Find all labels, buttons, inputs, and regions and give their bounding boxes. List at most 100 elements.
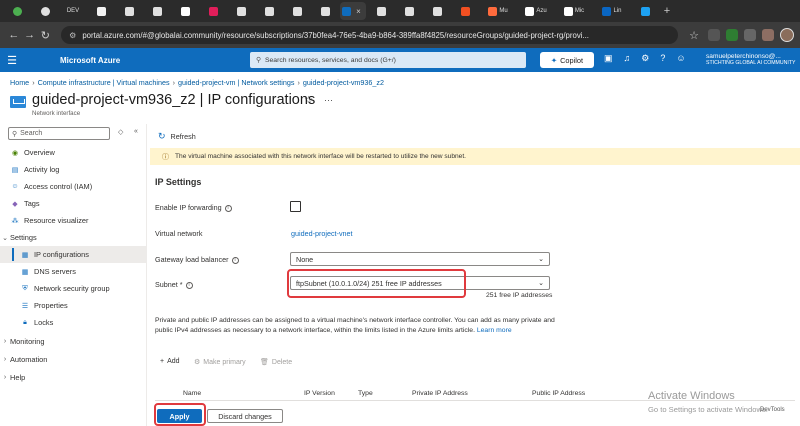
extension-icon[interactable] [744,29,757,41]
nav-item-locks[interactable]: 🔒︎ Locks [0,314,146,331]
bookmark-star-icon[interactable]: ☆ [686,29,702,42]
back-icon[interactable]: ← [6,29,22,41]
browser-tab[interactable] [632,2,658,20]
info-icon[interactable]: i [224,204,232,212]
more-options-icon[interactable]: ··· [324,95,333,105]
profile-avatar[interactable] [780,28,795,42]
breadcrumb-virtual-machines[interactable]: Compute infrastructure | Virtual machine… [38,78,170,87]
breadcrumb: Home › Compute infrastructure | Virtual ma… [10,78,384,87]
browser-tab[interactable] [32,2,58,20]
global-search-input[interactable]: ⚲ Search resources, services, and docs (… [250,52,526,68]
breadcrumb-nic[interactable]: guided-project-vm936_z2 [303,78,384,87]
nav-item-resource-visualizer[interactable]: ⁂ Resource visualizer [0,212,146,229]
browser-tab[interactable] [312,2,338,20]
column-header-private-ip[interactable]: Private IP Address [412,390,468,397]
help-icon[interactable]: ? [660,53,665,64]
close-tab-icon[interactable]: × [353,7,365,16]
menu-search-input[interactable]: ⚲ Search [8,127,110,140]
nav-group-automation[interactable]: › Automation [0,351,146,368]
breadcrumb-home[interactable]: Home [10,78,29,87]
breadcrumb-network-settings[interactable]: guided-project-vm | Network settings [178,78,295,87]
site-info-icon[interactable]: ⚙ [69,31,76,40]
browser-tab-active[interactable]: × [340,2,366,20]
discard-changes-button[interactable]: Discard changes [207,409,283,423]
column-header-public-ip[interactable]: Public IP Address [532,390,585,397]
user-tenant: STICHTING GLOBAL AI COMMUNITY [706,60,796,67]
browser-tab[interactable] [256,2,282,20]
learn-more-link[interactable]: Learn more [477,327,512,334]
info-icon[interactable]: i [231,256,239,264]
resource-visualizer-icon: ⁂ [11,217,19,225]
column-header-type[interactable]: Type [358,390,373,397]
section-title: IP Settings [155,177,202,187]
nav-item-properties[interactable]: ☰ Properties [0,297,146,314]
extension-icon[interactable] [762,29,775,41]
new-tab-icon[interactable]: + [660,5,674,17]
refresh-button[interactable]: ↻ Refresh [158,131,196,142]
extension-icon[interactable] [726,29,739,41]
chevron-right-icon: › [3,374,7,381]
browser-tab[interactable] [452,2,478,20]
browser-tab[interactable] [200,2,226,20]
notifications-icon[interactable]: ♫ [624,53,631,64]
nav-group-help[interactable]: › Help [0,369,146,386]
nav-label: Network security group [34,284,110,293]
add-button[interactable]: + Add [160,358,180,365]
browser-tab[interactable]: Mic [556,2,592,20]
favorite-star-icon[interactable]: ☆ [304,95,313,106]
ip-forwarding-checkbox[interactable] [290,201,301,212]
settings-gear-icon[interactable]: ⚙ [641,53,649,64]
browser-tab[interactable] [4,2,30,20]
azure-brand[interactable]: Microsoft Azure [60,56,120,65]
browser-tab[interactable] [368,2,394,20]
nav-group-monitoring[interactable]: › Monitoring [0,333,146,350]
reload-icon[interactable]: ↻ [37,29,53,42]
nav-group-settings[interactable]: ⌄ Settings [0,229,146,246]
column-header-ip-version[interactable]: IP Version [304,390,335,397]
nav-item-dns-servers[interactable]: ▦ DNS servers [0,263,146,280]
collapse-menu-icon[interactable]: « [134,128,138,135]
column-header-name[interactable]: Name [183,390,201,397]
gateway-load-balancer-select[interactable]: None ⌄ [290,252,550,266]
browser-tab[interactable] [424,2,450,20]
nav-item-tags[interactable]: ◆ Tags [0,195,146,212]
make-primary-label: Make primary [203,358,246,366]
activity-log-icon: ▤ [11,166,19,174]
nav-item-ip-configurations[interactable]: ▦ IP configurations [0,246,146,263]
make-primary-button[interactable]: ⚙ Make primary [194,358,246,367]
browser-tab[interactable] [396,2,422,20]
browser-tab[interactable] [228,2,254,20]
url-input[interactable]: ⚙ portal.azure.com/#@globalai.community/… [61,26,679,44]
browser-tab[interactable]: Azu [518,2,554,20]
browser-tab[interactable]: Mu [480,2,516,20]
browser-tab[interactable] [116,2,142,20]
nav-item-overview[interactable]: ◉ Overview [0,144,146,161]
delete-button[interactable]: 🗑︎ Delete [260,358,293,367]
copilot-button[interactable]: ✦ Copilot [540,52,594,68]
nav-item-activity-log[interactable]: ▤ Activity log [0,161,146,178]
browser-tab[interactable] [172,2,198,20]
delete-label: Delete [271,358,293,366]
browser-tab[interactable] [144,2,170,20]
cloud-shell-icon[interactable]: ▣ [604,53,613,64]
hamburger-menu-icon[interactable]: ☰ [0,54,24,67]
expand-menu-icon[interactable]: ◇ [118,128,123,136]
browser-tab[interactable] [284,2,310,20]
browser-tab[interactable]: DEV [60,2,86,20]
chevron-down-icon: ⌄ [538,256,544,263]
properties-icon: ☰ [21,302,29,310]
extension-icon[interactable] [708,29,721,41]
info-icon[interactable]: i [185,281,193,289]
nav-item-network-security-group[interactable]: ⛨ Network security group [0,280,146,297]
vnet-link[interactable]: guided-project-vnet [291,229,353,238]
nav-label: Monitoring [10,337,45,346]
browser-tab[interactable] [88,2,114,20]
forward-icon[interactable]: → [22,29,38,41]
feedback-icon[interactable]: ☺ [676,53,685,64]
ip-forwarding-label-text: Enable IP forwarding [155,203,222,212]
browser-tab[interactable]: Lin [594,2,630,20]
devtools-tab[interactable]: DevTools [760,407,785,413]
azure-favicon-icon [341,6,351,16]
account-menu[interactable]: samuelpeterchinonso@... STICHTING GLOBAL… [706,53,796,68]
nav-item-access-control[interactable]: ☺ Access control (IAM) [0,178,146,195]
